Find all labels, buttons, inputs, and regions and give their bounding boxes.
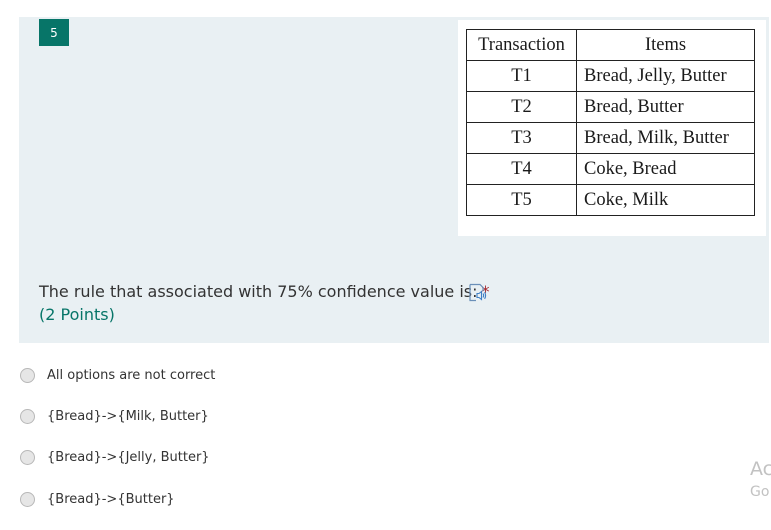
option-label[interactable]: {Bread}->{Jelly, Butter} <box>47 450 210 465</box>
header-items: Items <box>576 29 755 61</box>
transactions-table: Transaction Items T1 Bread, Jelly, Butte… <box>466 29 755 216</box>
question-number: 5 <box>50 25 58 40</box>
cell-items: Bread, Jelly, Butter <box>576 60 755 92</box>
cell-transaction: T5 <box>466 184 577 216</box>
radio-button[interactable] <box>20 367 35 383</box>
activation-watermark-line2: Go <box>750 484 770 500</box>
cell-items: Bread, Milk, Butter <box>576 122 755 154</box>
option-label[interactable]: All options are not correct <box>47 368 215 383</box>
cell-transaction: T4 <box>466 153 577 185</box>
radio-button[interactable] <box>20 449 35 465</box>
table-row: T4 Coke, Bread <box>466 153 755 185</box>
option-row[interactable]: All options are not correct <box>20 364 215 386</box>
header-transaction: Transaction <box>466 29 577 61</box>
table-row: T1 Bread, Jelly, Butter <box>466 60 755 92</box>
radio-button[interactable] <box>20 491 35 507</box>
question-points: (2 Points) <box>39 305 115 324</box>
option-label[interactable]: {Bread}->{Butter} <box>47 492 175 507</box>
question-title: The rule that associated with 75% confid… <box>39 282 478 301</box>
option-row[interactable]: {Bread}->{Butter} <box>20 488 175 510</box>
option-label[interactable]: {Bread}->{Milk, Butter} <box>47 409 209 424</box>
table-row: T2 Bread, Butter <box>466 91 755 123</box>
cell-items: Coke, Bread <box>576 153 755 185</box>
question-number-badge: 5 <box>39 19 69 46</box>
table-row: T3 Bread, Milk, Butter <box>466 122 755 154</box>
cell-items: Coke, Milk <box>576 184 755 216</box>
cell-transaction: T1 <box>466 60 577 92</box>
immersive-reader-speaker-icon[interactable] <box>467 283 487 302</box>
cell-transaction: T3 <box>466 122 577 154</box>
question-image: Transaction Items T1 Bread, Jelly, Butte… <box>458 20 766 236</box>
question-text: The rule that associated with 75% confid… <box>39 282 490 301</box>
cell-items: Bread, Butter <box>576 91 755 123</box>
table-row: T5 Coke, Milk <box>466 184 755 216</box>
option-row[interactable]: {Bread}->{Jelly, Butter} <box>20 446 210 468</box>
activation-watermark-line1: Ac <box>750 458 771 480</box>
radio-button[interactable] <box>20 408 35 424</box>
option-row[interactable]: {Bread}->{Milk, Butter} <box>20 405 209 427</box>
table-header-row: Transaction Items <box>466 29 755 61</box>
cell-transaction: T2 <box>466 91 577 123</box>
